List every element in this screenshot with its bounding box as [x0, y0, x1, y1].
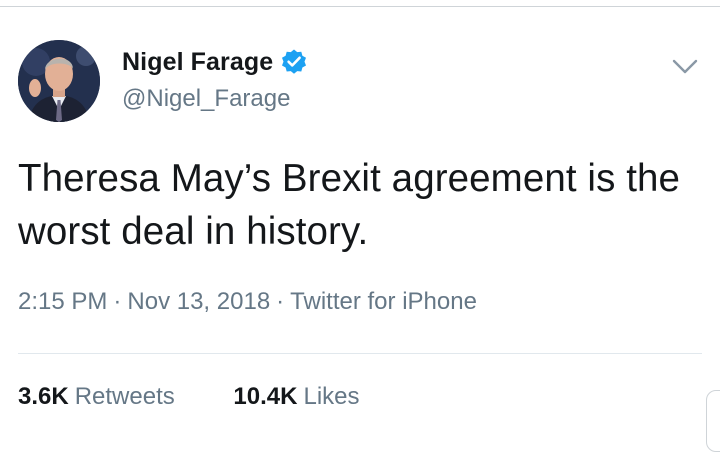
- retweets-stat[interactable]: 3.6K Retweets: [18, 383, 175, 411]
- author-block: Nigel Farage @Nigel_Farage: [122, 45, 308, 113]
- name-row: Nigel Farage: [122, 45, 308, 79]
- tweet-meta: 2:15 PM · Nov 13, 2018 · Twitter for iPhone: [18, 288, 477, 316]
- verified-badge-icon: [280, 48, 308, 76]
- tweet-header: Nigel Farage @Nigel_Farage: [18, 40, 702, 126]
- top-divider: [0, 0, 720, 7]
- meta-separator: ·: [276, 288, 285, 315]
- stats-divider: [18, 353, 702, 354]
- avatar[interactable]: [18, 40, 100, 122]
- author-display-name[interactable]: Nigel Farage: [122, 48, 273, 77]
- tweet-stats: 3.6K Retweets 10.4K Likes: [18, 383, 360, 411]
- tweet-time[interactable]: 2:15 PM: [18, 288, 107, 315]
- likes-label: Likes: [303, 383, 360, 410]
- author-handle[interactable]: @Nigel_Farage: [122, 85, 308, 113]
- meta-separator: ·: [113, 288, 122, 315]
- tweet-date[interactable]: Nov 13, 2018: [127, 288, 270, 315]
- tweet-source[interactable]: Twitter for iPhone: [290, 288, 477, 315]
- retweets-label: Retweets: [74, 383, 175, 410]
- likes-stat[interactable]: 10.4K Likes: [233, 383, 359, 411]
- tweet-text: Theresa May’s Brexit agreement is the wo…: [18, 157, 681, 253]
- likes-count: 10.4K: [233, 383, 298, 410]
- retweets-count: 3.6K: [18, 383, 69, 410]
- avatar-photo: [18, 40, 100, 122]
- partial-card-edge: [706, 390, 720, 452]
- chevron-down-icon[interactable]: [670, 54, 700, 78]
